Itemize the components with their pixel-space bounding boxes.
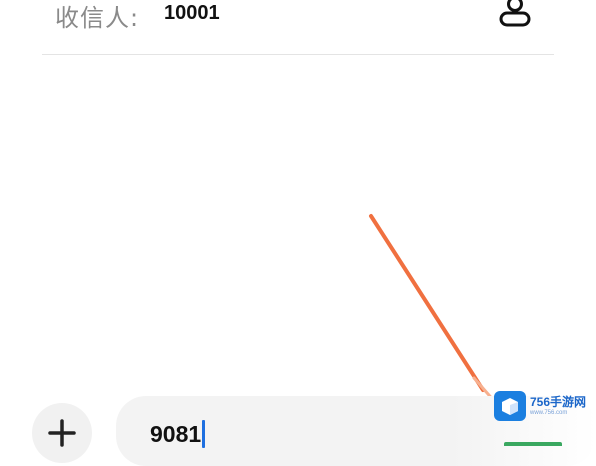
send-button-edge[interactable] <box>504 442 562 446</box>
plus-icon <box>48 419 76 447</box>
text-cursor <box>202 420 206 448</box>
recipient-bar: 收信人: 10001 <box>0 0 596 54</box>
annotation-arrow <box>369 214 497 404</box>
watermark: 756手游网 www.756.com <box>494 391 586 421</box>
watermark-logo-icon <box>494 391 526 421</box>
message-text: 9081 <box>150 420 202 447</box>
contact-person-icon[interactable] <box>496 0 534 30</box>
watermark-text: 756手游网 www.756.com <box>530 395 586 417</box>
watermark-url: www.756.com <box>530 410 568 416</box>
add-attachment-button[interactable] <box>32 403 92 463</box>
recipient-value[interactable]: 10001 <box>164 2 220 25</box>
watermark-brand: 756手游网 <box>530 395 587 409</box>
recipient-label: 收信人: <box>55 4 140 32</box>
message-text-row: 9081 <box>150 420 206 448</box>
header-divider <box>42 54 554 55</box>
